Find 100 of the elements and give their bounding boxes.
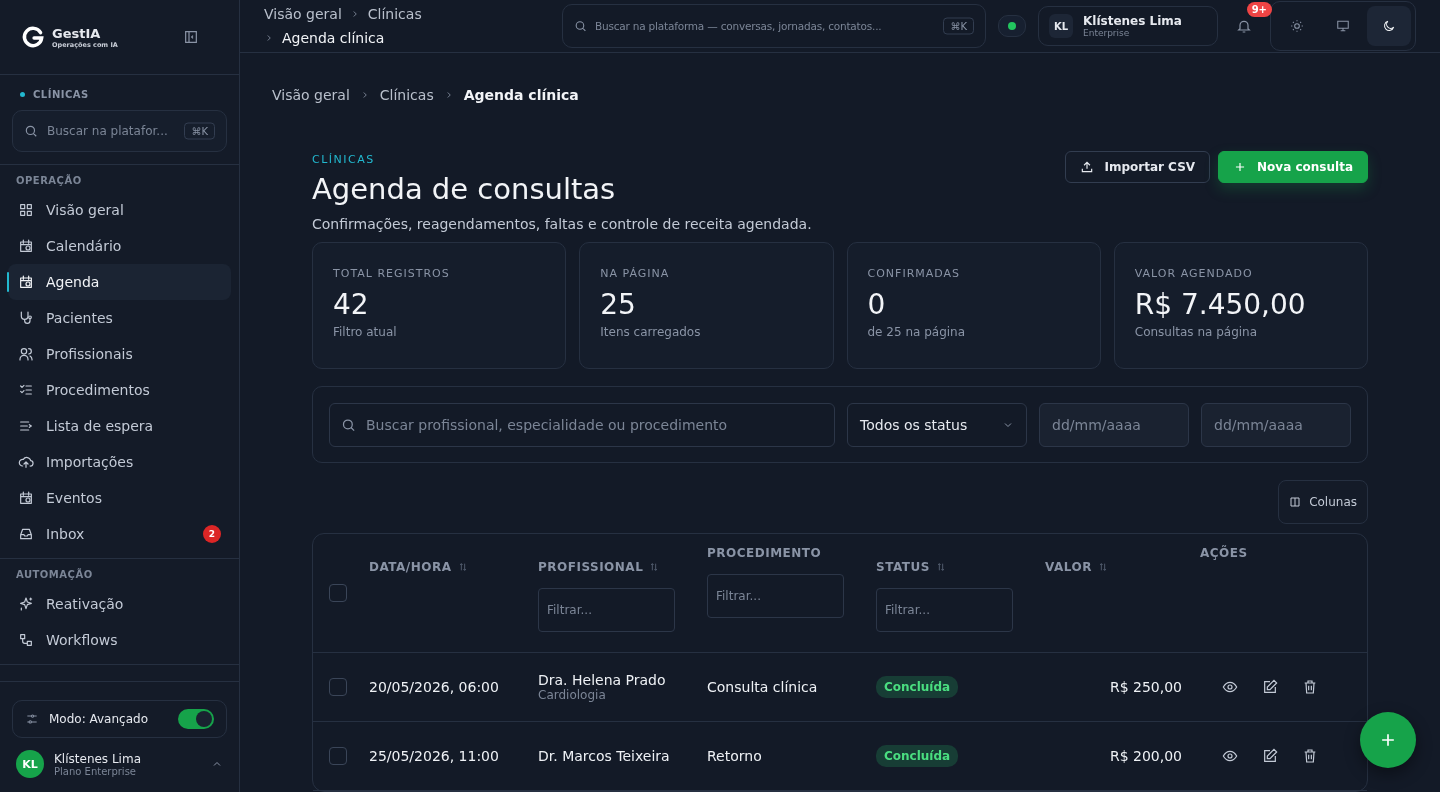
nav-icon — [18, 202, 34, 218]
sun-icon — [1290, 19, 1304, 33]
theme-button[interactable] — [1367, 6, 1411, 46]
nav-icon — [18, 526, 34, 542]
logo-icon — [20, 24, 46, 50]
nav-item[interactable]: Calendário — [8, 228, 231, 264]
date-to-field[interactable]: dd/mm/aaaa — [1201, 402, 1351, 447]
stat-value: R$ 7.450,00 — [1134, 288, 1307, 321]
column-header[interactable]: VALOR — [1045, 560, 1092, 574]
table-cell: R$ 250,00 — [1109, 679, 1182, 695]
row-checkbox[interactable] — [329, 747, 347, 765]
row-checkbox[interactable] — [329, 678, 347, 696]
sort-icon[interactable] — [1097, 562, 1108, 572]
select-all-checkbox[interactable] — [329, 584, 347, 602]
table-cell: 25/05/2026, 11:00 — [369, 748, 499, 764]
sliders-icon — [25, 712, 39, 726]
view-icon[interactable] — [1222, 679, 1238, 695]
stat-label: VALOR AGENDADO — [1134, 267, 1254, 280]
nav-item[interactable]: Inbox 2 — [8, 516, 231, 552]
nav-item[interactable]: Procedimentos — [8, 372, 231, 408]
nav-icon — [18, 454, 34, 470]
nav-item[interactable]: Pacientes — [8, 300, 231, 336]
user-plan: Enterprise — [1083, 28, 1131, 38]
column-header[interactable]: STATUS — [876, 560, 930, 574]
notification-badge: 9+ — [1246, 2, 1272, 17]
breadcrumb-link[interactable]: Clínicas — [379, 87, 434, 103]
breadcrumb-link[interactable]: Visão geral — [264, 6, 342, 22]
mode-label: Modo: Avançado — [49, 712, 149, 726]
import-button[interactable]: Importar CSV — [1065, 151, 1211, 183]
nav-icon — [18, 490, 34, 506]
search-icon — [574, 19, 587, 33]
stat-label: TOTAL REGISTROS — [333, 267, 451, 280]
context-label: CLÍNICAS — [33, 89, 89, 100]
section-title: AUTOMAÇÃO — [15, 567, 94, 582]
user-menu[interactable]: KL Klístenes Lima Enterprise — [1038, 6, 1218, 46]
add-fab-button[interactable] — [1360, 712, 1416, 768]
breadcrumb-current: Agenda clínica — [463, 87, 579, 103]
moon-icon — [1382, 19, 1396, 33]
stat-value: 0 — [867, 288, 887, 321]
column-header[interactable]: PROCEDIMENTO — [707, 546, 822, 560]
user-name: Klístenes Lima — [54, 751, 142, 766]
delete-icon[interactable] — [1302, 679, 1318, 695]
user-name: Klístenes Lima — [1083, 14, 1183, 28]
column-filter-field[interactable]: Filtrar... — [538, 588, 675, 632]
sidebar-collapse-icon[interactable] — [183, 29, 199, 45]
monitor-icon — [1336, 19, 1350, 33]
stat-note: Itens carregados — [600, 325, 702, 339]
delete-icon[interactable] — [1302, 748, 1318, 764]
page-subtitle: Confirmações, reagendamentos, faltas e controle de receita agendada. — [312, 216, 812, 232]
count-badge: 2 — [203, 525, 221, 543]
sort-icon[interactable] — [649, 562, 660, 572]
notification-bell-icon[interactable] — [1236, 18, 1252, 34]
stat-note: Filtro atual — [333, 325, 398, 339]
mode-toggle[interactable] — [178, 709, 214, 729]
nav-item[interactable]: Profissionais — [8, 336, 231, 372]
brand-name: GestIA — [52, 25, 102, 41]
column-filter-field[interactable]: Filtrar... — [876, 588, 1013, 632]
edit-icon[interactable] — [1262, 679, 1278, 695]
stat-label: CONFIRMADAS — [867, 267, 962, 280]
status-dot-icon — [20, 92, 25, 97]
columns-button[interactable]: Colunas — [1278, 480, 1368, 524]
date-from-field[interactable]: dd/mm/aaaa — [1039, 402, 1189, 447]
column-header[interactable]: AÇÕES — [1200, 546, 1248, 560]
user-avatar: KL — [16, 750, 44, 778]
status-dropdown[interactable]: Todos os status — [847, 402, 1027, 447]
column-header[interactable]: PROFISSIONAL — [538, 560, 644, 574]
section-title: OPERAÇÃO — [15, 173, 83, 188]
table-cell: 20/05/2026, 06:00 — [369, 679, 499, 695]
nav-icon — [18, 310, 34, 326]
online-status-icon — [998, 15, 1026, 37]
nav-icon — [18, 382, 34, 398]
nav-item[interactable]: Agenda — [8, 264, 231, 300]
nav-item[interactable]: Importações — [8, 444, 231, 480]
column-filter-field[interactable]: Filtrar... — [707, 574, 844, 618]
nav-item[interactable]: Reativação — [8, 586, 231, 622]
search-field[interactable]: Buscar profissional, especialidade ou procedimento — [329, 402, 835, 447]
page-eyebrow: CLÍNICAS — [312, 153, 376, 166]
view-icon[interactable] — [1222, 748, 1238, 764]
page-title: Agenda de consultas — [312, 172, 617, 206]
status-badge: Concluída — [876, 676, 959, 698]
nav-icon — [18, 346, 34, 362]
nav-item[interactable]: Lista de espera — [8, 408, 231, 444]
nav-icon — [18, 238, 34, 254]
sort-icon[interactable] — [935, 562, 946, 572]
nav-item[interactable]: Workflows — [8, 622, 231, 658]
sort-icon[interactable] — [457, 562, 468, 572]
breadcrumb-link[interactable]: Visão geral — [272, 87, 350, 103]
edit-icon[interactable] — [1262, 748, 1278, 764]
stat-label: NA PÁGINA — [600, 267, 671, 280]
breadcrumb-link[interactable]: Clínicas — [367, 6, 422, 22]
column-header[interactable]: DATA/HORA — [369, 560, 452, 574]
nav-icon — [18, 418, 34, 434]
stat-note: Consultas na página — [1134, 325, 1259, 339]
table-cell: R$ 200,00 — [1109, 748, 1182, 764]
nav-icon — [18, 632, 34, 648]
shortcut-key: ⌘K — [943, 17, 974, 35]
nav-item[interactable]: Visão geral — [8, 192, 231, 228]
table-cell: Retorno — [707, 748, 762, 764]
search-icon — [341, 417, 356, 432]
nav-item[interactable]: Eventos — [8, 480, 231, 516]
